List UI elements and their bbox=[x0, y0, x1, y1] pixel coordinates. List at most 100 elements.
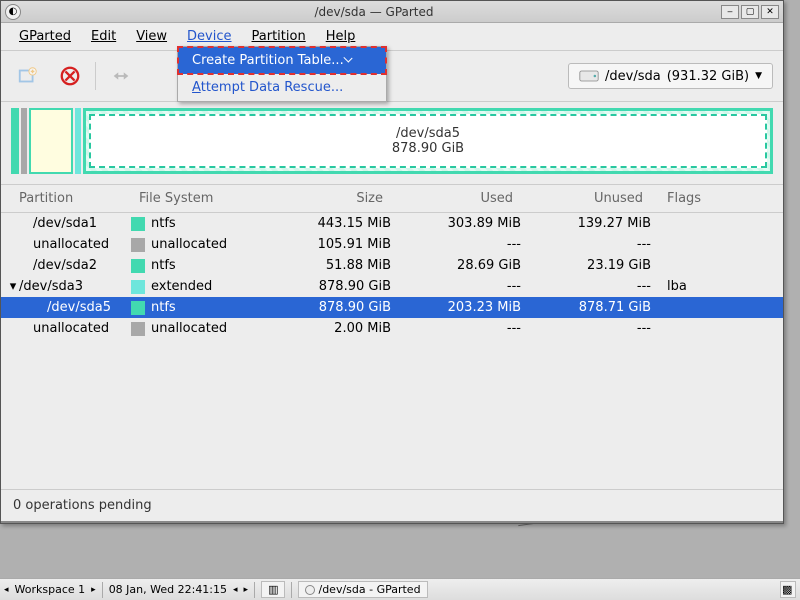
window-title: /dev/sda — GParted bbox=[27, 5, 721, 19]
menu-item-attempt-data-rescue[interactable]: Attempt Data Rescue... bbox=[178, 74, 386, 101]
table-header: Partition File System Size Used Unused F… bbox=[1, 184, 783, 213]
table-row[interactable]: ▾/dev/sda3extended878.90 GiB------lba bbox=[1, 276, 783, 297]
table-row[interactable]: /dev/sda2ntfs51.88 MiB28.69 GiB23.19 GiB bbox=[1, 255, 783, 276]
table-empty-area bbox=[1, 339, 783, 489]
titlebar[interactable]: ◐ /dev/sda — GParted ‒ ▢ ✕ bbox=[1, 1, 783, 23]
menu-view[interactable]: View bbox=[126, 27, 177, 46]
col-unused[interactable]: Unused bbox=[521, 185, 651, 212]
chevron-down-icon: ▼ bbox=[755, 71, 762, 81]
cell-used: 303.89 MiB bbox=[391, 216, 521, 231]
partition-name: unallocated bbox=[33, 237, 109, 252]
fs-name: extended bbox=[151, 279, 212, 294]
window-bottom-divider bbox=[1, 521, 783, 523]
resize-button[interactable] bbox=[104, 59, 138, 93]
delete-button[interactable] bbox=[53, 59, 87, 93]
device-size: (931.32 GiB) bbox=[667, 69, 749, 84]
menu-device[interactable]: Device Create Partition Table... Attempt… bbox=[177, 27, 241, 46]
partition-name: /dev/sda3 bbox=[19, 279, 83, 294]
menu-gparted[interactable]: GParted bbox=[9, 27, 81, 46]
resize-icon bbox=[110, 65, 132, 87]
partition-table: Partition File System Size Used Unused F… bbox=[1, 184, 783, 339]
clock-prev[interactable]: ◂ bbox=[233, 585, 238, 595]
tb-sep3 bbox=[291, 582, 292, 598]
cell-used: --- bbox=[391, 321, 521, 336]
partition-name: /dev/sda1 bbox=[33, 216, 97, 231]
delete-icon bbox=[59, 65, 81, 87]
cell-size: 878.90 GiB bbox=[261, 279, 391, 294]
table-row[interactable]: /dev/sda5ntfs878.90 GiB203.23 MiB878.71 … bbox=[1, 297, 783, 318]
menu-edit[interactable]: Edit bbox=[81, 27, 126, 46]
menubar: GParted Edit View Device Create Partitio… bbox=[1, 23, 783, 51]
cell-unused: 139.27 MiB bbox=[521, 216, 651, 231]
cell-unused: --- bbox=[521, 279, 651, 294]
table-row[interactable]: unallocatedunallocated105.91 MiB------ bbox=[1, 234, 783, 255]
col-used[interactable]: Used bbox=[391, 185, 521, 212]
workspace-next[interactable]: ▸ bbox=[91, 585, 96, 595]
map-seg-unalloc1[interactable] bbox=[21, 108, 27, 174]
cell-size: 2.00 MiB bbox=[261, 321, 391, 336]
statusbar: 0 operations pending bbox=[1, 489, 783, 521]
partition-name: unallocated bbox=[33, 321, 109, 336]
clock: 08 Jan, Wed 22:41:15 bbox=[109, 583, 227, 596]
maximize-button[interactable]: ▢ bbox=[741, 5, 759, 19]
status-text: 0 operations pending bbox=[13, 498, 152, 513]
device-dropdown: Create Partition Table... Attempt Data R… bbox=[177, 46, 387, 102]
show-desktop-button[interactable]: ▥ bbox=[261, 581, 285, 598]
fs-name: unallocated bbox=[151, 321, 227, 336]
close-button[interactable]: ✕ bbox=[761, 5, 779, 19]
new-icon bbox=[17, 65, 39, 87]
toolbar: /dev/sda (931.32 GiB) ▼ bbox=[1, 51, 783, 102]
partition-name: /dev/sda2 bbox=[33, 258, 97, 273]
window-controls: ‒ ▢ ✕ bbox=[721, 5, 779, 19]
fs-swatch bbox=[131, 301, 145, 315]
disk-map[interactable]: /dev/sda5 878.90 GiB bbox=[1, 102, 783, 184]
col-filesystem[interactable]: File System bbox=[131, 185, 261, 212]
fs-name: unallocated bbox=[151, 237, 227, 252]
gparted-window: ◐ /dev/sda — GParted ‒ ▢ ✕ GParted Edit … bbox=[0, 0, 784, 524]
map-seg-sda1[interactable] bbox=[11, 108, 19, 174]
fs-swatch bbox=[131, 280, 145, 294]
taskbar-window-button[interactable]: /dev/sda - GParted bbox=[298, 581, 427, 598]
minimize-button[interactable]: ‒ bbox=[721, 5, 739, 19]
cell-unused: --- bbox=[521, 237, 651, 252]
cell-unused: 878.71 GiB bbox=[521, 300, 651, 315]
drive-icon bbox=[579, 68, 599, 84]
app-icon: ◐ bbox=[5, 4, 21, 20]
cell-used: 28.69 GiB bbox=[391, 258, 521, 273]
cell-used: --- bbox=[391, 279, 521, 294]
workspace-prev[interactable]: ◂ bbox=[4, 585, 9, 595]
device-selector[interactable]: /dev/sda (931.32 GiB) ▼ bbox=[568, 63, 773, 89]
menu-partition[interactable]: Partition bbox=[242, 27, 316, 46]
cell-used: --- bbox=[391, 237, 521, 252]
table-row[interactable]: unallocatedunallocated2.00 MiB------ bbox=[1, 318, 783, 339]
new-partition-button[interactable] bbox=[11, 59, 45, 93]
table-row[interactable]: /dev/sda1ntfs443.15 MiB303.89 MiB139.27 … bbox=[1, 213, 783, 234]
map-seg-sda5[interactable]: /dev/sda5 878.90 GiB bbox=[83, 108, 773, 174]
taskbar: ◂ Workspace 1 ▸ 08 Jan, Wed 22:41:15 ◂ ▸… bbox=[0, 578, 800, 600]
cell-size: 105.91 MiB bbox=[261, 237, 391, 252]
toolbar-separator bbox=[95, 62, 96, 90]
fs-swatch bbox=[131, 217, 145, 231]
col-flags[interactable]: Flags bbox=[651, 185, 783, 212]
fs-swatch bbox=[131, 238, 145, 252]
map-seg-sda2[interactable] bbox=[29, 108, 73, 174]
menu-help[interactable]: Help bbox=[316, 27, 366, 46]
workspace-label[interactable]: Workspace 1 bbox=[15, 583, 86, 596]
cell-size: 443.15 MiB bbox=[261, 216, 391, 231]
map-label: /dev/sda5 878.90 GiB bbox=[89, 114, 767, 168]
col-size[interactable]: Size bbox=[261, 185, 391, 212]
clock-next[interactable]: ▸ bbox=[244, 585, 249, 595]
table-body: /dev/sda1 ntfs 443.15 MiB303.89 MiB139.27 … bbox=[1, 213, 783, 339]
cell-size: 878.90 GiB bbox=[261, 300, 391, 315]
tb-sep2 bbox=[254, 582, 255, 598]
col-partition[interactable]: Partition bbox=[1, 185, 131, 212]
menu-item-create-partition-table[interactable]: Create Partition Table... bbox=[178, 47, 386, 74]
partition-name: /dev/sda5 bbox=[47, 300, 111, 315]
tray-icon[interactable]: ▩ bbox=[780, 581, 796, 598]
fs-name: ntfs bbox=[151, 258, 176, 273]
cell-used: 203.23 MiB bbox=[391, 300, 521, 315]
cell-size: 51.88 MiB bbox=[261, 258, 391, 273]
map-seg-ext[interactable] bbox=[75, 108, 81, 174]
taskbar-app-icon bbox=[305, 585, 315, 595]
fs-swatch bbox=[131, 259, 145, 273]
